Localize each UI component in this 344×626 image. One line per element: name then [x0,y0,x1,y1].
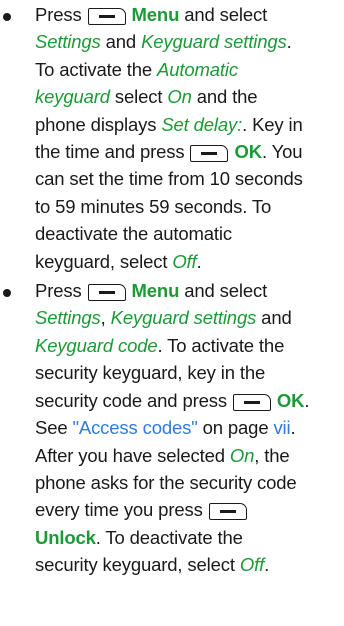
text-run: . You [261,141,303,163]
text-line: can set the time from 10 seconds [35,165,341,192]
softkey-label: OK [276,389,305,411]
text-run: . [286,31,292,53]
text-run: . To deactivate the [95,526,243,548]
emphasis-text: On [229,444,255,466]
text-line: phone asks for the security code [35,469,341,496]
text-line: Press Menu and select [35,277,341,304]
text-run: , [100,307,111,329]
text-run: . To activate the [157,334,285,356]
text-run: Press [35,4,87,25]
softkey-label: Unlock [35,526,96,548]
text-line: security keyguard, select Off. [35,551,341,578]
bullet-item-security-keyguard: Press Menu and select Settings, Keyguard … [0,277,344,578]
text-run: and select [179,4,268,25]
emphasis-text: Settings [35,307,101,329]
text-line: phone displays Set delay:. Key in [35,111,341,138]
text-line: to 59 minutes 59 seconds. To [35,193,341,220]
text-line: keyguard, select Off. [35,248,341,275]
text-run: every time you press [35,499,208,521]
text-run: See [35,417,73,439]
softkey-icon [87,284,126,302]
emphasis-text: Keyguard settings [110,307,257,329]
emphasis-text: On [167,86,192,108]
text-run: deactivate the automatic [35,223,232,245]
emphasis-text: Keyguard code [35,334,158,356]
text-run: and the [191,86,258,108]
text-line: deactivate the automatic [35,220,341,247]
text-run: To activate the [35,58,158,80]
text-line: Unlock. To deactivate the [35,524,341,551]
text-line: See "Access codes" on page vii. [35,414,341,441]
text-line: the time and press OK. You [35,138,341,165]
text-line: Settings, Keyguard settings and [35,304,341,331]
text-line: security keyguard, key in the [35,359,341,386]
text-run: the time and press [35,141,190,163]
text-line: After you have selected On, the [35,442,341,469]
softkey-label: OK [234,141,262,163]
text-run: . [290,417,296,439]
emphasis-text: Set delay: [161,113,243,135]
emphasis-text: keyguard [35,86,110,108]
text-run: keyguard, select [35,250,173,272]
text-line: every time you press [35,496,341,523]
text-run: can set the time from 10 seconds [35,168,303,190]
emphasis-text: Keyguard settings [141,31,287,53]
emphasis-text: Off [172,250,197,272]
cross-reference-link[interactable]: vii [273,417,290,438]
softkey-label: Menu [131,280,180,302]
text-run: , the [254,444,290,466]
cross-reference-link[interactable]: "Access codes" [72,417,197,438]
text-run: on page [197,417,274,439]
softkey-icon [208,503,247,521]
text-run: . [264,554,270,576]
softkey-icon [87,8,126,25]
bullet-item-automatic-keyguard: Press Menu and select Settings and Keygua… [0,1,344,275]
softkey-label: Menu [131,4,180,25]
bullet-icon [3,13,11,21]
text-run: select [109,86,168,108]
text-run: and [100,31,142,53]
text-run: to 59 minutes 59 seconds. To [35,195,272,217]
text-run: Press [35,280,87,302]
text-run: security code and press [35,389,232,411]
softkey-icon [190,145,229,163]
bullet-paragraph: Press Menu and select Settings and Keygua… [35,1,341,275]
text-run: . [304,389,310,411]
text-run: security keyguard, select [35,554,240,576]
text-line: keyguard select On and the [35,83,341,110]
text-run: phone asks for the security code [35,471,297,493]
text-line: security code and press OK. [35,387,341,414]
text-run: . [196,250,202,272]
text-run: and [256,307,292,329]
text-run: After you have selected [35,444,230,466]
emphasis-text: Automatic [157,58,238,80]
bullet-icon [3,289,11,298]
text-line: Keyguard code. To activate the [35,332,341,359]
text-run: and select [179,280,268,302]
emphasis-text: Settings [35,31,101,53]
text-run: security keyguard, key in the [35,362,266,384]
text-run: . Key in [242,113,303,135]
text-line: Press Menu and select [35,1,341,28]
document-body: Press Menu and select Settings and Keygua… [0,0,344,579]
softkey-icon [232,393,271,411]
text-line: To activate the Automatic [35,56,341,83]
bullet-paragraph: Press Menu and select Settings, Keyguard … [35,277,341,578]
text-run: phone displays [35,113,162,135]
text-line: Settings and Keyguard settings. [35,28,341,55]
emphasis-text: Off [239,554,265,576]
